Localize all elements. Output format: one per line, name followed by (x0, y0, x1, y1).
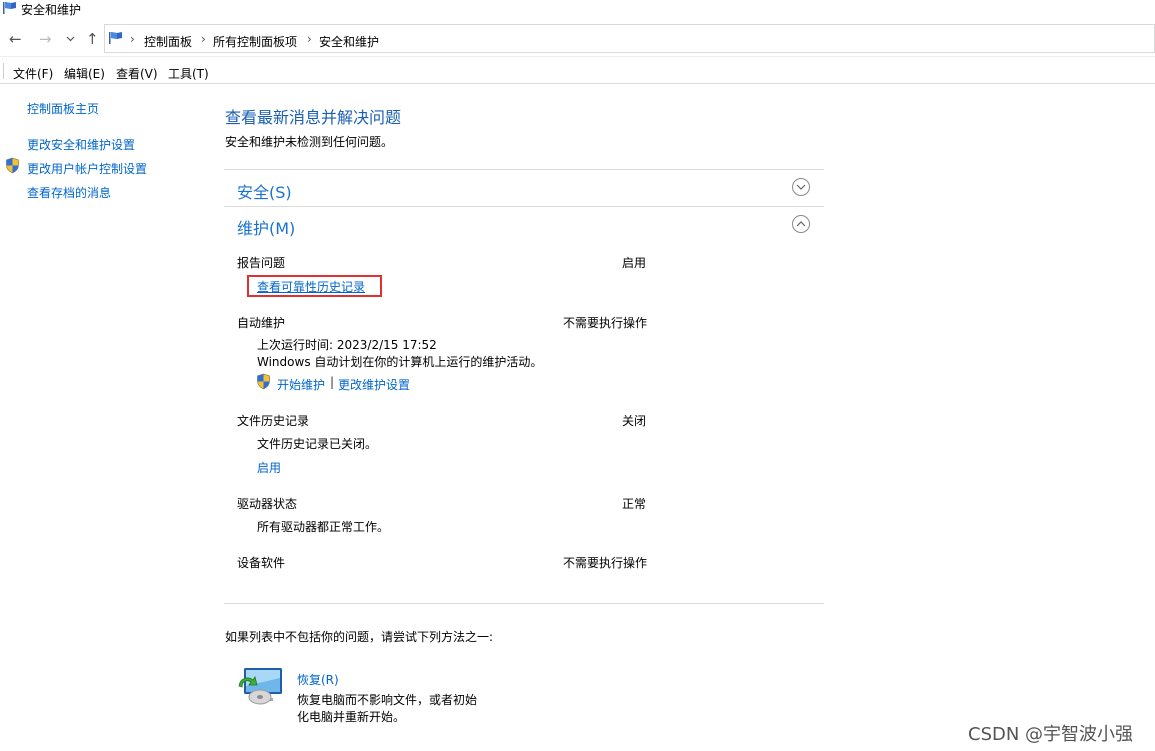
breadcrumb-separator: › (201, 32, 206, 46)
report-problems-label: 报告问题 (237, 256, 286, 270)
start-maintenance-link[interactable]: 开始维护 (277, 376, 325, 393)
change-maintenance-settings-link[interactable]: 更改维护设置 (338, 376, 410, 393)
breadcrumb-separator: › (130, 32, 135, 46)
title-bar: 安全和维护 (0, 0, 1155, 18)
enable-file-history-link[interactable]: 启用 (257, 459, 281, 476)
footer-prompt: 如果列表中不包括你的问题，请尝试下列方法之一: (225, 630, 494, 644)
collapse-maintenance-button[interactable] (792, 215, 810, 233)
maintenance-section-header[interactable]: 维护(M) (237, 215, 295, 239)
uac-shield-icon (257, 373, 270, 390)
menu-file[interactable]: 文件(F) (13, 65, 53, 82)
uac-shield-icon (6, 157, 19, 174)
section-divider (224, 206, 824, 207)
flag-icon (109, 32, 122, 44)
page-title: 查看最新消息并解决问题 (225, 108, 402, 127)
sidebar-item-view-archived-messages[interactable]: 查看存档的消息 (27, 184, 111, 201)
page-subtitle: 安全和维护未检测到任何问题。 (225, 135, 394, 149)
drive-status-label: 驱动器状态 (237, 497, 298, 511)
file-history-description: 文件历史记录已关闭。 (257, 437, 378, 451)
auto-maintenance-label: 自动维护 (237, 316, 286, 330)
auto-maintenance-status: 不需要执行操作 (563, 316, 648, 330)
back-button[interactable]: ← (9, 30, 22, 48)
view-reliability-history-link[interactable]: 查看可靠性历史记录 (257, 278, 365, 295)
device-software-status: 不需要执行操作 (563, 556, 648, 570)
drive-status-description: 所有驱动器都正常工作。 (257, 520, 390, 534)
link-separator: | (330, 375, 335, 389)
recovery-description-line2: 化电脑并重新开始。 (297, 710, 406, 724)
chevron-down-icon[interactable] (66, 36, 75, 42)
menu-tools[interactable]: 工具(T) (168, 65, 209, 82)
chevron-down-icon (796, 184, 806, 190)
file-history-label: 文件历史记录 (237, 414, 310, 428)
report-problems-status: 启用 (622, 256, 647, 270)
auto-maintenance-description: Windows 自动计划在你的计算机上运行的维护活动。 (257, 355, 543, 369)
breadcrumb-all-items[interactable]: 所有控制面板项 (213, 33, 297, 50)
device-software-label: 设备软件 (237, 556, 286, 570)
breadcrumb-current[interactable]: 安全和维护 (319, 33, 379, 50)
recovery-icon (238, 668, 282, 705)
watermark: CSDN @宇智波小强 (968, 724, 1134, 745)
file-history-status: 关闭 (622, 414, 647, 428)
chevron-up-icon (796, 221, 806, 227)
section-divider (224, 169, 824, 170)
menu-grip (3, 63, 4, 79)
breadcrumb-separator: › (307, 32, 312, 46)
drive-status-value: 正常 (622, 497, 647, 511)
sidebar-item-change-uac-settings[interactable]: 更改用户帐户控制设置 (27, 160, 147, 177)
recovery-link[interactable]: 恢复(R) (297, 671, 339, 688)
flag-icon (3, 2, 16, 14)
recovery-description-line1: 恢复电脑而不影响文件，或者初始 (297, 693, 478, 707)
menu-view[interactable]: 查看(V) (116, 65, 158, 82)
breadcrumb-control-panel[interactable]: 控制面板 (144, 33, 192, 50)
last-run-time: 上次运行时间: 2023/2/15 17:52 (257, 338, 437, 352)
window-title: 安全和维护 (21, 3, 82, 17)
up-button[interactable]: ↑ (86, 30, 99, 48)
section-divider (224, 603, 824, 604)
expand-security-button[interactable] (792, 178, 810, 196)
menu-edit[interactable]: 编辑(E) (64, 65, 105, 82)
forward-button[interactable]: → (39, 30, 52, 48)
sidebar-home-link[interactable]: 控制面板主页 (27, 100, 99, 117)
security-section-header[interactable]: 安全(S) (237, 179, 292, 203)
sidebar-item-change-security-settings[interactable]: 更改安全和维护设置 (27, 136, 135, 153)
